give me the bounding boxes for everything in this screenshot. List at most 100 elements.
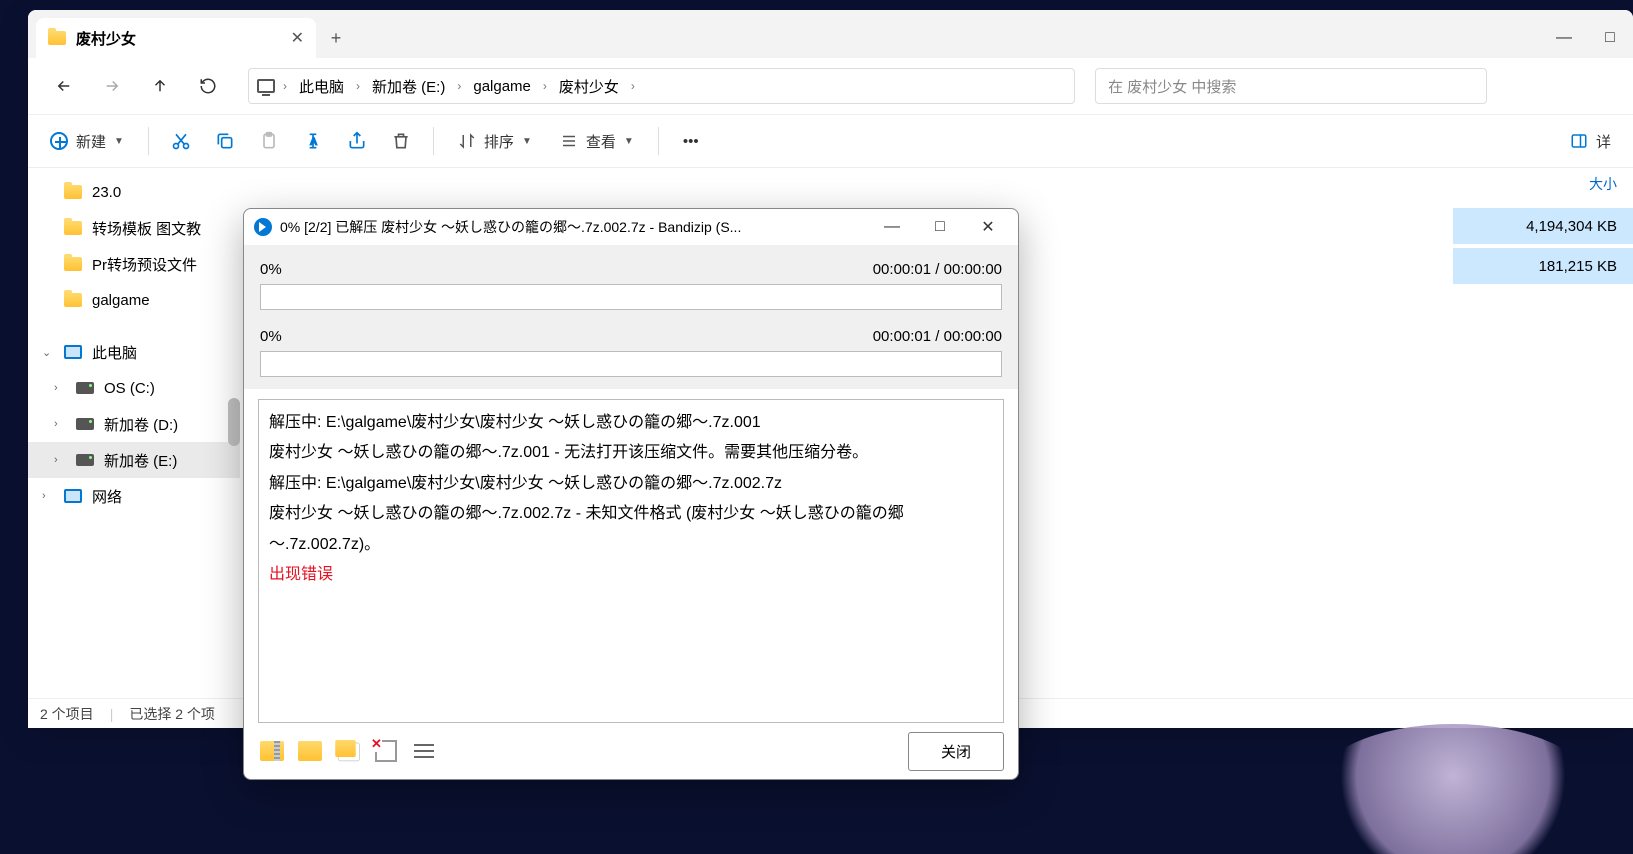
network-icon <box>64 489 82 503</box>
drive-icon <box>76 454 94 466</box>
tab-close-button[interactable]: ✕ <box>291 28 304 48</box>
dialog-body: 0%00:00:01 / 00:00:00 0%00:00:01 / 00:00… <box>244 245 1018 389</box>
sidebar-label: Pr转场预设文件 <box>92 254 197 275</box>
dialog-footer: 关闭 <box>244 723 1018 779</box>
back-button[interactable] <box>44 66 84 106</box>
new-button[interactable]: 新建 ▼ <box>38 123 136 159</box>
details-pane-button[interactable]: 详 <box>1558 123 1623 159</box>
nav-row: › 此电脑 › 新加卷 (E:) › galgame › 废村少女 › 在 废村… <box>28 58 1633 114</box>
sidebar-label: 此电脑 <box>92 342 137 363</box>
chevron-down-icon: ▼ <box>114 136 124 147</box>
tab-bar: 废村少女 ✕ + — □ <box>28 10 1633 58</box>
details-label: 详 <box>1596 131 1611 152</box>
sidebar-drive[interactable]: › 新加卷 (D:) <box>28 406 240 442</box>
paste-button[interactable] <box>249 123 289 159</box>
sidebar-label: galgame <box>92 292 150 309</box>
copy-button[interactable] <box>205 123 245 159</box>
dialog-titlebar[interactable]: 0% [2/2] 已解压 废村少女 ～妖し惑ひの籠の郷～.7z.002.7z -… <box>244 209 1018 245</box>
search-input[interactable]: 在 废村少女 中搜索 <box>1095 68 1486 104</box>
copy-icon <box>335 740 355 757</box>
forward-button[interactable] <box>92 66 132 106</box>
chevron-right-icon: › <box>42 490 46 502</box>
delete-x-icon <box>375 740 397 762</box>
breadcrumb-segment[interactable]: galgame <box>465 74 539 99</box>
sidebar-folder[interactable]: 23.0 <box>28 174 240 210</box>
status-item-count: 2 个项目 <box>40 704 94 724</box>
archive-icon <box>260 741 284 761</box>
sort-button[interactable]: 排序▼ <box>446 123 544 159</box>
breadcrumb[interactable]: › 此电脑 › 新加卷 (E:) › galgame › 废村少女 › <box>248 68 1075 104</box>
delete-button[interactable] <box>381 123 421 159</box>
column-header-size[interactable]: 大小 <box>1493 168 1633 200</box>
delete-after-button[interactable] <box>372 737 400 765</box>
bandizip-icon <box>254 218 272 236</box>
menu-button[interactable] <box>410 737 438 765</box>
open-folder-button[interactable] <box>296 737 324 765</box>
sidebar-drive-selected[interactable]: › 新加卷 (E:) <box>28 442 240 478</box>
cut-button[interactable] <box>161 123 201 159</box>
chevron-down-icon: ⌄ <box>42 346 51 359</box>
copy-button[interactable] <box>334 737 362 765</box>
sidebar-this-pc[interactable]: ⌄ 此电脑 <box>28 334 240 370</box>
close-button[interactable]: 关闭 <box>908 732 1004 771</box>
dialog-minimize-button[interactable]: — <box>872 212 912 242</box>
share-button[interactable] <box>337 123 377 159</box>
breadcrumb-segment[interactable]: 新加卷 (E:) <box>364 72 453 101</box>
chevron-right-icon: › <box>54 418 58 430</box>
log-line: 解压中: E:\galgame\废村少女\废村少女 ～妖し惑ひの籠の郷～.7z.… <box>269 408 993 438</box>
log-error: 出现错误 <box>269 560 993 590</box>
log-line: 废村少女 ～妖し惑ひの籠の郷～.7z.001 - 无法打开该压缩文件。需要其他压… <box>269 438 993 468</box>
progress1-bar <box>260 284 1002 310</box>
sidebar-label: 转场模板 图文教 <box>92 218 201 239</box>
folder-icon <box>64 221 82 235</box>
chevron-down-icon: ▼ <box>624 136 634 147</box>
sidebar-folder[interactable]: galgame <box>28 282 240 318</box>
refresh-button[interactable] <box>188 66 228 106</box>
sidebar-label: 23.0 <box>92 184 121 201</box>
chevron-right-icon: › <box>54 454 58 466</box>
maximize-button[interactable]: □ <box>1587 18 1633 58</box>
divider <box>148 127 149 155</box>
sidebar-drive[interactable]: ›OS (C:) <box>28 370 240 406</box>
folder-icon <box>64 185 82 199</box>
chevron-right-icon: › <box>356 79 360 93</box>
sidebar-folder[interactable]: Pr转场预设文件 <box>28 246 240 282</box>
divider <box>658 127 659 155</box>
dialog-log[interactable]: 解压中: E:\galgame\废村少女\废村少女 ～妖し惑ひの籠の郷～.7z.… <box>258 399 1004 723</box>
scrollbar-thumb[interactable] <box>228 398 240 446</box>
minimize-button[interactable]: — <box>1541 18 1587 58</box>
folder-icon <box>48 31 66 45</box>
chevron-right-icon: › <box>283 79 287 93</box>
new-label: 新建 <box>76 131 106 152</box>
status-selection: 已选择 2 个项 <box>129 704 215 724</box>
view-label: 查看 <box>586 131 616 152</box>
more-button[interactable]: ••• <box>671 123 711 159</box>
folder-icon <box>298 741 322 761</box>
sidebar-label: OS (C:) <box>104 380 155 397</box>
file-row[interactable]: 181,215 KB <box>1453 248 1633 284</box>
bandizip-dialog: 0% [2/2] 已解压 废村少女 ～妖し惑ひの籠の郷～.7z.002.7z -… <box>243 208 1019 780</box>
toolbar: 新建 ▼ A 排序▼ 查看 ▼ ••• 详 <box>28 114 1633 168</box>
breadcrumb-segment[interactable]: 此电脑 <box>291 72 352 101</box>
view-button[interactable]: 查看 ▼ <box>548 123 646 159</box>
tab-active[interactable]: 废村少女 ✕ <box>36 18 316 58</box>
folder-icon <box>64 293 82 307</box>
sidebar-folder[interactable]: 转场模板 图文教 <box>28 210 240 246</box>
plus-circle-icon <box>50 132 68 150</box>
sidebar-network[interactable]: ›网络 <box>28 478 240 514</box>
sidebar-label: 新加卷 (E:) <box>104 450 177 471</box>
dialog-maximize-button[interactable]: □ <box>920 212 960 242</box>
sidebar-label: 新加卷 (D:) <box>104 414 178 435</box>
new-tab-button[interactable]: + <box>316 18 356 58</box>
desktop-character <box>1313 724 1593 854</box>
dialog-title: 0% [2/2] 已解压 废村少女 ～妖し惑ひの籠の郷～.7z.002.7z -… <box>280 217 864 237</box>
up-button[interactable] <box>140 66 180 106</box>
rename-button[interactable]: A <box>293 123 333 159</box>
sort-label: 排序 <box>484 131 514 152</box>
breadcrumb-segment[interactable]: 废村少女 <box>551 72 627 101</box>
dialog-close-button[interactable]: ✕ <box>968 212 1008 242</box>
file-size: 4,194,304 KB <box>1526 218 1617 235</box>
divider: | <box>110 706 114 722</box>
file-row[interactable]: 4,194,304 KB <box>1453 208 1633 244</box>
open-archive-button[interactable] <box>258 737 286 765</box>
